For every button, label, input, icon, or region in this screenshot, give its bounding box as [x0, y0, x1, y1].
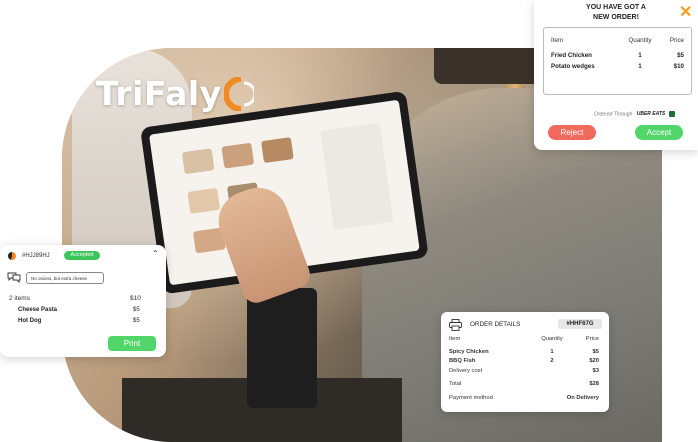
row-item: Potato wedges — [551, 63, 595, 70]
row-item: Fried Chicken — [551, 52, 592, 59]
header-price: Price — [669, 37, 684, 44]
row-quantity: 2 — [550, 358, 554, 364]
new-order-title: YOU HAVE GOT A NEW ORDER! — [534, 3, 698, 23]
row-quantity: 1 — [550, 349, 554, 355]
brand-mini-icon — [8, 252, 16, 260]
row-price: $5 — [677, 52, 684, 59]
ordered-through: Ordered Through UBER EATS — [594, 111, 675, 117]
new-order-table: Item Quantity Price Fried Chicken 1 $5 P… — [543, 27, 692, 95]
brand-logo: TriFaly — [96, 74, 257, 113]
accepted-order-ticket: #HJJ89HJ Accepted ⌃ No onions, but extra… — [0, 245, 166, 357]
uber-eats-icon — [668, 111, 675, 117]
ticket-item-name: Cheese Pasta — [18, 307, 58, 313]
header-price: Price — [585, 336, 599, 342]
order-details-card: ORDER DETAILS #HHF67G Item Quantity Pric… — [441, 312, 609, 412]
ticket-total: $10 — [130, 295, 141, 302]
payment-value: On Delivery — [566, 395, 599, 401]
print-button[interactable]: Print — [108, 336, 156, 351]
row-price: $20 — [589, 358, 599, 364]
chat-icon — [7, 270, 21, 284]
cart-panel — [320, 122, 394, 230]
header-item: Item — [551, 37, 564, 44]
order-note: No onions, but extra cheese — [26, 272, 104, 284]
row-quantity: 1 — [638, 63, 642, 70]
new-order-card: YOU HAVE GOT A NEW ORDER! Item Quantity … — [534, 0, 698, 150]
order-details-title: ORDER DETAILS — [470, 321, 521, 328]
food-thumb — [181, 148, 215, 175]
total-label: Total — [449, 381, 462, 387]
brand-name: TriFaly — [96, 74, 222, 113]
food-thumb — [187, 187, 221, 214]
ordered-through-label: Ordered Through — [594, 111, 633, 118]
ordered-through-service: UBER EATS — [636, 111, 666, 118]
header-item: Item — [449, 336, 461, 342]
food-thumb — [221, 142, 255, 169]
total-value: $28 — [589, 381, 599, 387]
accept-button[interactable]: Accept — [635, 125, 683, 140]
ticket-item-name: Hot Dog — [18, 318, 42, 324]
row-item: BBQ Fish — [449, 358, 476, 364]
new-order-title-line1: YOU HAVE GOT A — [586, 4, 646, 11]
brand-mark-icon — [222, 75, 257, 112]
header-quantity: Quantity — [541, 336, 563, 342]
delivery-label: Delivery cost — [449, 368, 483, 374]
chevron-up-icon[interactable]: ⌃ — [152, 249, 159, 258]
row-item: Spicy Chicken — [449, 349, 489, 355]
ticket-order-id: #HJJ89HJ — [22, 253, 50, 259]
ticket-item-price: $5 — [133, 307, 140, 313]
photo-lamp-shade — [434, 48, 546, 84]
items-count: 2 items — [9, 295, 30, 302]
close-icon[interactable]: ✕ — [679, 2, 692, 22]
reject-button[interactable]: Reject — [548, 125, 596, 140]
row-price: $10 — [673, 63, 684, 70]
ticket-item-price: $5 — [133, 318, 140, 324]
food-thumb — [261, 137, 294, 164]
delivery-value: $3 — [592, 368, 599, 374]
row-price: $5 — [592, 349, 599, 355]
new-order-title-line2: NEW ORDER! — [593, 14, 639, 21]
order-details-id: #HHF67G — [558, 319, 602, 329]
payment-label: Payment method — [449, 395, 493, 401]
row-quantity: 1 — [638, 52, 642, 59]
photo-pos-stand — [247, 288, 317, 408]
header-quantity: Quantity — [628, 37, 652, 44]
status-badge: Accepted — [64, 251, 100, 260]
printer-icon — [449, 318, 462, 331]
